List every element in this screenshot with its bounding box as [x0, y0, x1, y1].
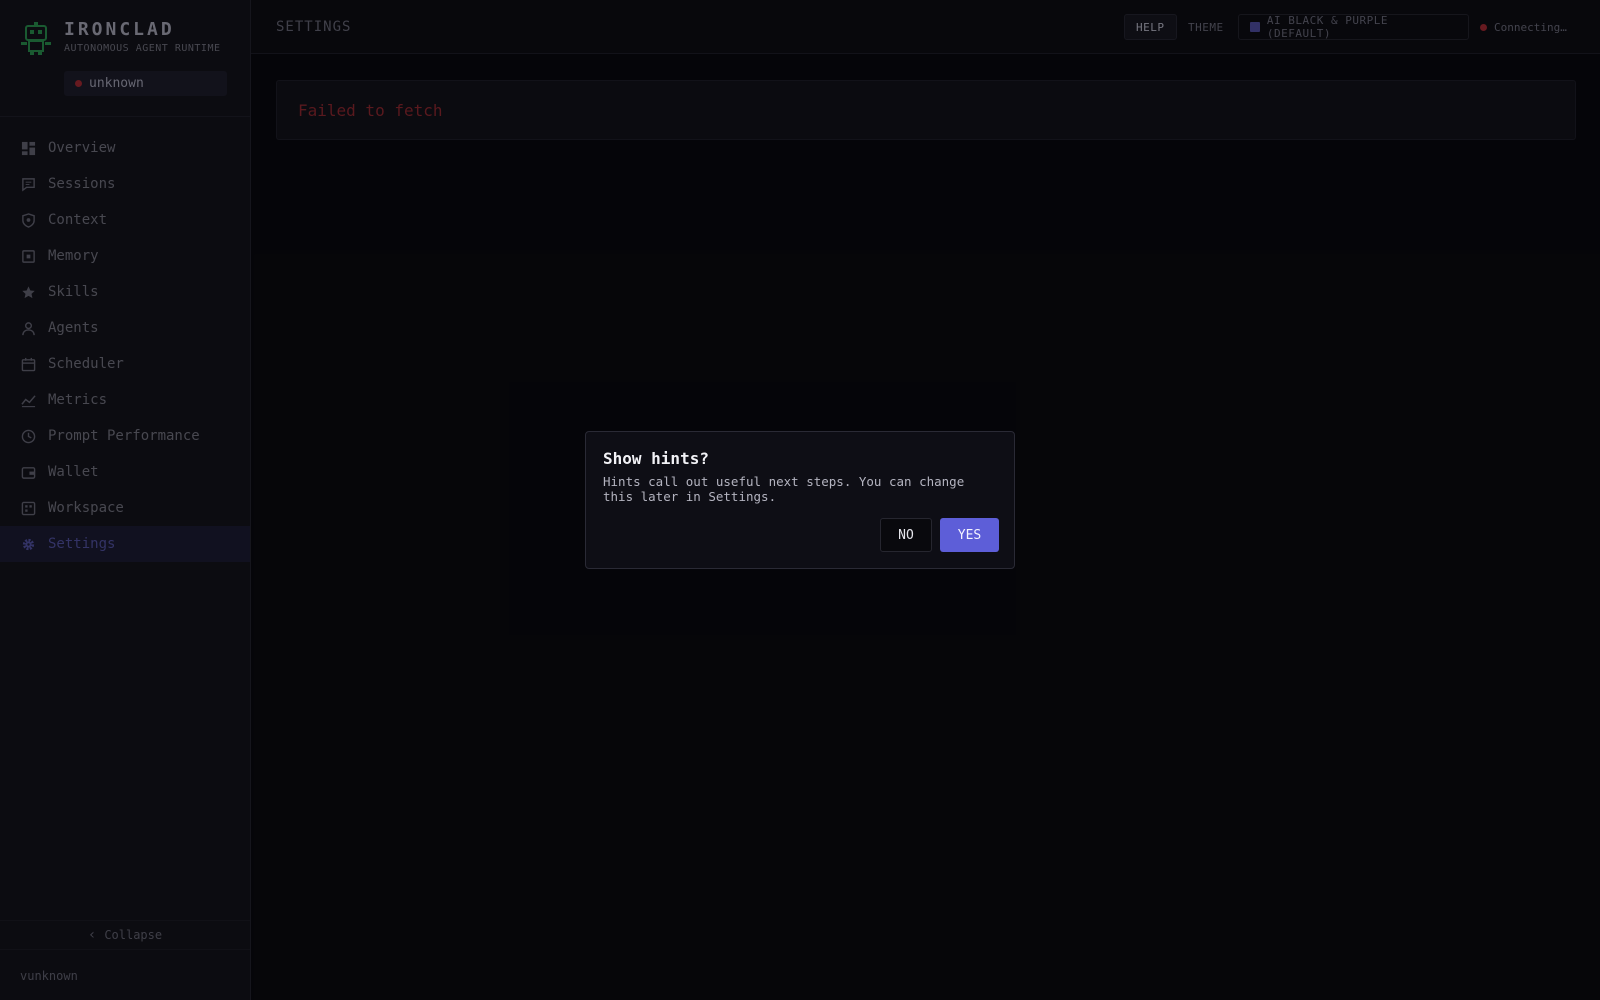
- no-button[interactable]: NO: [880, 518, 932, 552]
- app-root: IRONCLAD AUTONOMOUS AGENT RUNTIME unknow…: [0, 0, 1600, 1000]
- dialog-title: Show hints?: [603, 449, 709, 468]
- yes-button[interactable]: YES: [940, 518, 999, 552]
- dialog-body: Hints call out useful next steps. You ca…: [603, 474, 965, 504]
- hints-dialog: Show hints? Hints call out useful next s…: [585, 431, 1015, 569]
